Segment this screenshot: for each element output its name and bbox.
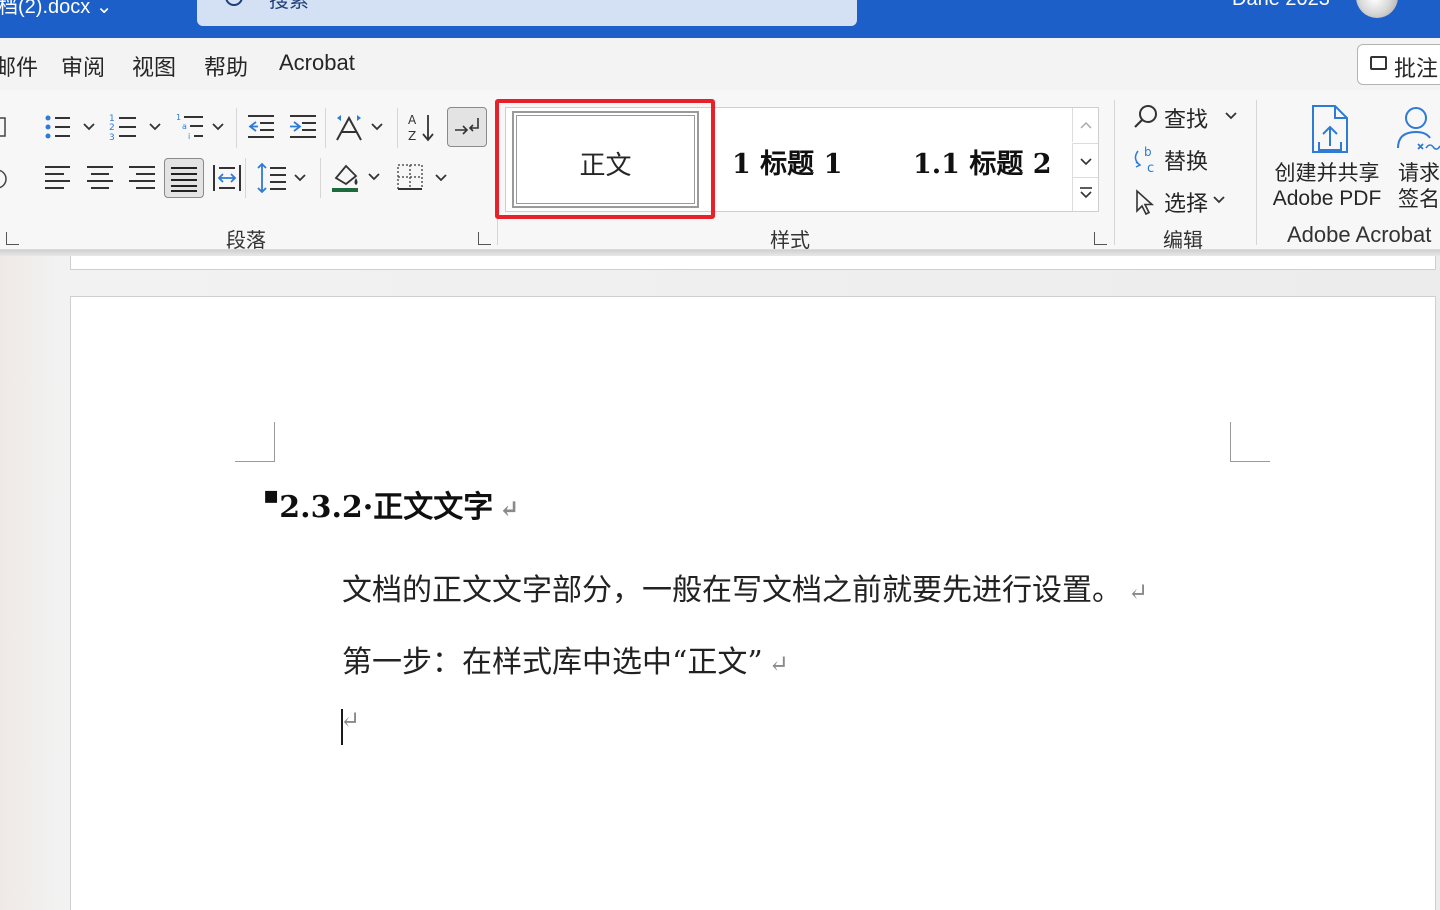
chevron-down-icon[interactable] bbox=[1223, 108, 1239, 124]
svg-text:3: 3 bbox=[109, 133, 115, 142]
paragraph-text: 第一步：在样式库中选中“正文” bbox=[342, 645, 763, 680]
tab-acrobat[interactable]: Acrobat bbox=[279, 50, 355, 76]
user-name[interactable]: Dane 2023 bbox=[1232, 0, 1330, 11]
select-button[interactable]: 选择 bbox=[1164, 186, 1208, 218]
heading-bullet-marker: ▪ bbox=[263, 480, 280, 509]
tab-help[interactable]: 帮助 bbox=[204, 50, 248, 82]
paragraph-mark: ↵ bbox=[499, 494, 520, 523]
svg-text:A: A bbox=[408, 113, 417, 127]
crop-mark-left-horizontal bbox=[235, 461, 275, 462]
comment-icon bbox=[1370, 56, 1387, 70]
font-dialog-launcher-icon[interactable] bbox=[6, 232, 19, 245]
replace-button[interactable]: 替换 bbox=[1164, 144, 1208, 176]
show-hide-marks-button[interactable] bbox=[447, 107, 487, 147]
partial-border-icon[interactable] bbox=[0, 116, 8, 138]
find-icon[interactable] bbox=[1132, 103, 1160, 131]
create-pdf-label-line2: Adobe PDF bbox=[1272, 187, 1382, 210]
request-signature-icon[interactable] bbox=[1396, 104, 1440, 156]
create-pdf-icon[interactable] bbox=[1309, 104, 1357, 156]
justify-button[interactable] bbox=[164, 158, 204, 198]
empty-paragraph-mark[interactable]: ↵ bbox=[340, 706, 360, 734]
tab-review[interactable]: 审阅 bbox=[61, 50, 105, 82]
gallery-expand-button[interactable] bbox=[1072, 177, 1098, 211]
title-bar: 档(2).docx ⌄ 搜索 Dane 2023 bbox=[0, 0, 1440, 38]
paragraph-mark: ↵ bbox=[1128, 578, 1149, 606]
tab-view[interactable]: 视图 bbox=[132, 50, 176, 82]
edit-group-label: 编辑 bbox=[1163, 228, 1203, 252]
separator bbox=[236, 108, 237, 148]
svg-text:i: i bbox=[188, 132, 190, 141]
bullets-icon[interactable] bbox=[42, 112, 100, 142]
search-box[interactable]: 搜索 bbox=[197, 0, 857, 26]
partial-circle-icon[interactable] bbox=[0, 168, 8, 190]
align-right-icon[interactable] bbox=[128, 164, 156, 192]
create-pdf-button[interactable]: 创建并共享 Adobe PDF bbox=[1268, 160, 1386, 212]
svg-text:1: 1 bbox=[176, 113, 181, 122]
style-heading-1[interactable]: 1 标题 1 bbox=[732, 142, 842, 181]
request-signature-label-line1: 请求 bbox=[1398, 161, 1440, 185]
comments-button[interactable]: 批注 bbox=[1357, 44, 1440, 85]
select-cursor-icon[interactable] bbox=[1133, 189, 1157, 217]
body-paragraph[interactable]: 第一步：在样式库中选中“正文” ↵ bbox=[342, 637, 789, 681]
paragraph-group-label: 段落 bbox=[226, 228, 266, 252]
increase-indent-icon[interactable] bbox=[288, 112, 318, 142]
replace-icon[interactable]: bc bbox=[1130, 145, 1160, 175]
decrease-indent-icon[interactable] bbox=[246, 112, 276, 142]
avatar[interactable] bbox=[1356, 0, 1398, 18]
paragraph-mark: ↵ bbox=[768, 650, 789, 678]
highlight-box bbox=[495, 99, 715, 219]
asian-layout-icon[interactable] bbox=[334, 112, 388, 142]
crop-mark-left-vertical bbox=[274, 422, 275, 462]
heading-text: 2.3.2·正文文字 bbox=[279, 490, 494, 525]
crop-mark-right-vertical bbox=[1230, 422, 1231, 462]
gallery-scroll-up[interactable] bbox=[1072, 108, 1098, 142]
line-spacing-icon[interactable] bbox=[256, 162, 310, 194]
numbering-icon[interactable]: 123 bbox=[108, 112, 166, 142]
separator bbox=[245, 158, 246, 198]
body-paragraph[interactable]: 文档的正文文字部分，一般在写文档之前就要先进行设置。 ↵ bbox=[342, 565, 1148, 609]
svg-text:Z: Z bbox=[408, 129, 416, 143]
shading-icon[interactable] bbox=[330, 160, 384, 194]
request-signature-button[interactable]: 请求 签名 bbox=[1398, 160, 1440, 212]
comments-button-label: 批注 bbox=[1394, 57, 1439, 82]
search-label: 搜索 bbox=[269, 0, 309, 12]
paragraph-text: 文档的正文文字部分，一般在写文档之前就要先进行设置。 bbox=[342, 573, 1122, 608]
multilevel-list-icon[interactable]: 1ai bbox=[175, 112, 233, 142]
styles-group-label: 样式 bbox=[770, 228, 810, 252]
gallery-scroll-down[interactable] bbox=[1072, 143, 1098, 177]
create-pdf-label-line1: 创建并共享 bbox=[1274, 161, 1380, 185]
svg-text:b: b bbox=[1144, 145, 1152, 159]
group-separator bbox=[1256, 100, 1257, 245]
chevron-down-icon[interactable] bbox=[1211, 192, 1227, 208]
group-separator bbox=[1114, 100, 1115, 245]
sort-icon[interactable]: AZ bbox=[406, 112, 436, 144]
ribbon-tab-row: 邮件 审阅 视图 帮助 Acrobat bbox=[0, 38, 1440, 90]
styles-dialog-launcher-icon[interactable] bbox=[1094, 232, 1107, 245]
document-title[interactable]: 档(2).docx ⌄ bbox=[0, 0, 113, 19]
paragraph-dialog-launcher-icon[interactable] bbox=[478, 232, 491, 245]
svg-text:c: c bbox=[1147, 161, 1154, 175]
crop-mark-right-horizontal bbox=[1230, 461, 1270, 462]
svg-text:a: a bbox=[182, 122, 187, 131]
svg-text:2: 2 bbox=[109, 123, 115, 133]
separator bbox=[320, 158, 321, 198]
borders-icon[interactable] bbox=[396, 163, 450, 193]
align-left-icon[interactable] bbox=[44, 164, 72, 192]
style-heading-2[interactable]: 1.1 标题 2 bbox=[913, 142, 1052, 181]
distributed-icon[interactable] bbox=[212, 163, 242, 193]
search-icon bbox=[225, 0, 243, 6]
tab-mailings[interactable]: 邮件 bbox=[0, 50, 38, 82]
request-signature-label-line2: 签名 bbox=[1398, 187, 1440, 211]
acrobat-group-label: Adobe Acrobat bbox=[1287, 222, 1432, 247]
previous-page-bottom bbox=[70, 256, 1436, 270]
document-heading[interactable]: ▪2.3.2·正文文字 ↵ bbox=[263, 480, 519, 526]
separator bbox=[397, 108, 398, 148]
separator bbox=[325, 108, 326, 148]
find-button[interactable]: 查找 bbox=[1164, 102, 1208, 134]
align-center-icon[interactable] bbox=[86, 164, 114, 192]
